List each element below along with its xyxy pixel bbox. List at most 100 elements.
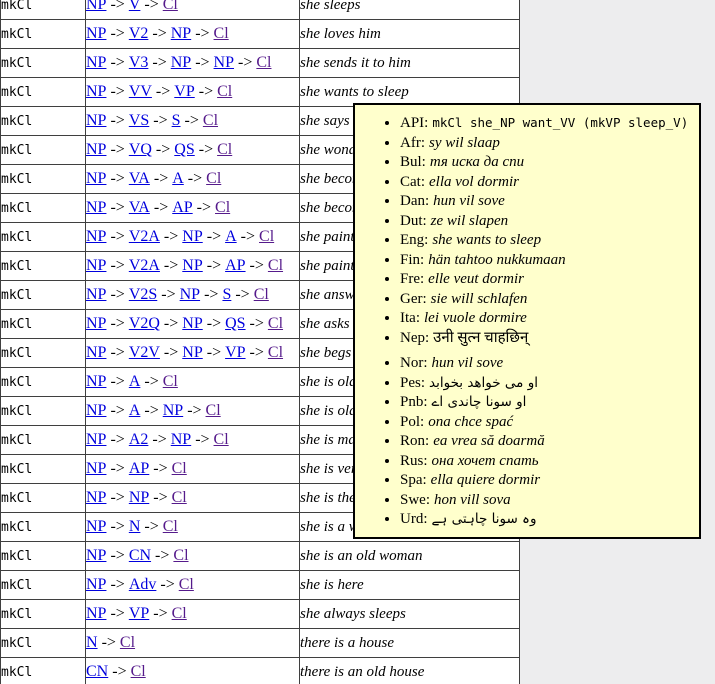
- translation-text: ella vol dormir: [429, 174, 519, 190]
- rule-link[interactable]: NP: [86, 25, 106, 42]
- rule-link[interactable]: NP: [86, 489, 106, 506]
- rule-link[interactable]: Adv: [129, 576, 157, 593]
- rule-link[interactable]: AP: [172, 199, 192, 216]
- rule-link[interactable]: AP: [129, 460, 149, 477]
- function-name: mkCl: [1, 107, 86, 136]
- rule-link[interactable]: Cl: [268, 344, 283, 361]
- function-name: mkCl: [1, 49, 86, 78]
- rule-link[interactable]: Cl: [179, 576, 194, 593]
- rule-link[interactable]: VA: [129, 199, 150, 216]
- rule-link[interactable]: VS: [129, 112, 149, 129]
- rule-link[interactable]: VP: [225, 344, 245, 361]
- rule-link[interactable]: Cl: [215, 199, 230, 216]
- rule-link[interactable]: NP: [129, 489, 149, 506]
- rule-link[interactable]: NP: [182, 344, 202, 361]
- rule-link[interactable]: V3: [129, 54, 149, 71]
- rule-link[interactable]: V2: [129, 25, 149, 42]
- rule-link[interactable]: N: [129, 518, 141, 535]
- rule-link[interactable]: NP: [171, 25, 191, 42]
- rule-link[interactable]: VA: [129, 170, 150, 187]
- rule-link[interactable]: NP: [86, 199, 106, 216]
- rule-link[interactable]: A: [129, 373, 141, 390]
- rule-link[interactable]: NP: [182, 257, 202, 274]
- rule-link[interactable]: NP: [163, 402, 183, 419]
- rule-link[interactable]: NP: [182, 315, 202, 332]
- language-label: Fin:: [400, 252, 424, 268]
- rule-link[interactable]: V2Q: [129, 315, 160, 332]
- rule-link[interactable]: NP: [86, 112, 106, 129]
- rule-link[interactable]: NP: [180, 286, 200, 303]
- rule-link[interactable]: QS: [174, 141, 194, 158]
- rule-link[interactable]: S: [172, 112, 181, 129]
- rule-link[interactable]: QS: [225, 315, 245, 332]
- rule-link[interactable]: A: [129, 402, 141, 419]
- rule-link[interactable]: Cl: [206, 170, 221, 187]
- rule-link[interactable]: NP: [86, 344, 106, 361]
- arrow-separator: ->: [204, 286, 218, 303]
- rule-link[interactable]: NP: [86, 83, 106, 100]
- rule-link[interactable]: Cl: [214, 25, 229, 42]
- rule-link[interactable]: NP: [86, 0, 106, 13]
- rule-link[interactable]: Cl: [163, 373, 178, 390]
- rule-link[interactable]: VV: [129, 83, 152, 100]
- rule-link[interactable]: S: [222, 286, 231, 303]
- rule-link[interactable]: NP: [86, 431, 106, 448]
- rule-link[interactable]: NP: [171, 54, 191, 71]
- rule-link[interactable]: CN: [129, 547, 151, 564]
- rule-link[interactable]: NP: [214, 54, 234, 71]
- arrow-separator: ->: [195, 54, 209, 71]
- rule-link[interactable]: NP: [86, 170, 106, 187]
- rule-link[interactable]: CN: [86, 663, 108, 680]
- rule-link[interactable]: NP: [86, 402, 106, 419]
- rule-link[interactable]: A2: [129, 431, 149, 448]
- rule-link[interactable]: Cl: [259, 228, 274, 245]
- rule-link[interactable]: NP: [86, 547, 106, 564]
- rule-link[interactable]: V2S: [129, 286, 157, 303]
- rule-cell: NP->V2S->NP->S->Cl: [86, 281, 300, 310]
- rule-link[interactable]: NP: [86, 460, 106, 477]
- rule-link[interactable]: NP: [86, 576, 106, 593]
- rule-link[interactable]: NP: [182, 228, 202, 245]
- rule-link[interactable]: NP: [86, 315, 106, 332]
- rule-link[interactable]: A: [225, 228, 237, 245]
- arrow-separator: ->: [250, 257, 264, 274]
- rule-link[interactable]: Cl: [120, 634, 135, 651]
- rule-link[interactable]: A: [172, 170, 184, 187]
- rule-link[interactable]: Cl: [163, 518, 178, 535]
- rule-link[interactable]: NP: [171, 431, 191, 448]
- rule-link[interactable]: V2V: [129, 344, 160, 361]
- rule-link[interactable]: Cl: [172, 489, 187, 506]
- language-label: Ger:: [400, 291, 427, 307]
- rule-link[interactable]: Cl: [173, 547, 188, 564]
- rule-link[interactable]: NP: [86, 518, 106, 535]
- rule-link[interactable]: VP: [129, 605, 149, 622]
- rule-link[interactable]: V2A: [129, 257, 160, 274]
- rule-link[interactable]: Cl: [163, 0, 178, 13]
- rule-link[interactable]: VQ: [129, 141, 152, 158]
- rule-link[interactable]: Cl: [203, 112, 218, 129]
- rule-link[interactable]: NP: [86, 141, 106, 158]
- rule-link[interactable]: Cl: [131, 663, 146, 680]
- rule-link[interactable]: Cl: [172, 605, 187, 622]
- rule-link[interactable]: Cl: [254, 286, 269, 303]
- rule-link[interactable]: Cl: [217, 141, 232, 158]
- rule-link[interactable]: NP: [86, 228, 106, 245]
- rule-link[interactable]: NP: [86, 286, 106, 303]
- rule-link[interactable]: V2A: [129, 228, 160, 245]
- rule-link[interactable]: Cl: [256, 54, 271, 71]
- rule-link[interactable]: V: [129, 0, 141, 13]
- rule-link[interactable]: NP: [86, 257, 106, 274]
- rule-link[interactable]: Cl: [217, 83, 232, 100]
- rule-link[interactable]: Cl: [268, 257, 283, 274]
- rule-link[interactable]: NP: [86, 54, 106, 71]
- rule-link[interactable]: Cl: [268, 315, 283, 332]
- rule-link[interactable]: Cl: [214, 431, 229, 448]
- rule-link[interactable]: N: [86, 634, 98, 651]
- rule-link[interactable]: NP: [86, 605, 106, 622]
- rule-link[interactable]: NP: [86, 373, 106, 390]
- rule-link[interactable]: AP: [225, 257, 245, 274]
- arrow-separator: ->: [152, 54, 166, 71]
- rule-link[interactable]: VP: [174, 83, 194, 100]
- rule-link[interactable]: Cl: [206, 402, 221, 419]
- rule-link[interactable]: Cl: [172, 460, 187, 477]
